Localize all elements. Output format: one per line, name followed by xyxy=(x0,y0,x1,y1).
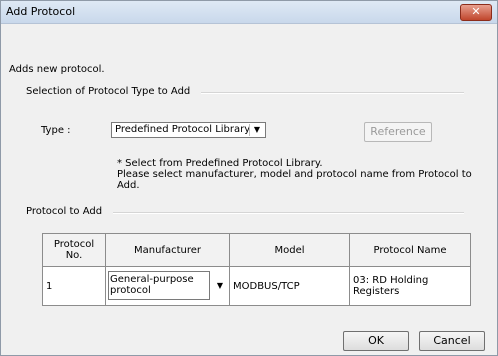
column-header-manufacturer: Manufacturer xyxy=(105,233,230,267)
type-label: Type : xyxy=(41,125,71,136)
note-line-3: Add. xyxy=(117,180,140,191)
cell-manufacturer[interactable]: General-purpose protocol ▼ xyxy=(105,266,230,306)
protocol-group-divider xyxy=(113,212,464,214)
note-line-2: Please select manufacturer, model and pr… xyxy=(117,169,472,180)
protocol-name-line1: 03: RD Holding xyxy=(353,275,429,286)
chevron-down-icon[interactable]: ▼ xyxy=(249,124,264,136)
column-header-protocol-no: Protocol No. xyxy=(42,233,106,267)
note-line-1: * Select from Predefined Protocol Librar… xyxy=(117,158,323,169)
title-bar: Add Protocol ✕ xyxy=(1,1,497,24)
dialog-title: Add Protocol xyxy=(6,5,76,18)
table-header-row: Protocol No. Manufacturer Model Protocol… xyxy=(42,233,471,267)
reference-button[interactable]: Reference xyxy=(364,122,432,142)
table-row[interactable]: 1 General-purpose protocol ▼ MODBUS/TCP … xyxy=(42,266,471,306)
protocol-group-label: Protocol to Add xyxy=(26,206,103,217)
cell-model[interactable]: MODBUS/TCP xyxy=(229,266,350,306)
selection-group-divider xyxy=(201,92,464,94)
chevron-down-icon[interactable]: ▼ xyxy=(214,276,226,296)
manufacturer-select[interactable]: General-purpose protocol ▼ xyxy=(106,267,229,305)
close-button[interactable]: ✕ xyxy=(460,4,492,21)
ok-button[interactable]: OK xyxy=(343,331,409,351)
add-protocol-dialog: Add Protocol ✕ Adds new protocol. Select… xyxy=(0,0,498,356)
cell-protocol-name[interactable]: 03: RD Holding Registers xyxy=(349,266,471,306)
cancel-button[interactable]: Cancel xyxy=(419,331,485,351)
column-header-model: Model xyxy=(229,233,350,267)
column-header-protocol-no-line1: Protocol xyxy=(53,239,95,250)
selection-group-label: Selection of Protocol Type to Add xyxy=(26,86,191,97)
column-header-protocol-no-line2: No. xyxy=(65,250,83,261)
type-select[interactable]: Predefined Protocol Library ▼ xyxy=(111,122,266,138)
manufacturer-value-line2: protocol xyxy=(110,285,151,296)
protocol-table: Protocol No. Manufacturer Model Protocol… xyxy=(42,233,471,306)
type-select-value: Predefined Protocol Library xyxy=(115,124,251,135)
manufacturer-select-value[interactable]: General-purpose protocol xyxy=(108,271,210,300)
intro-text: Adds new protocol. xyxy=(9,64,105,75)
column-header-protocol-name: Protocol Name xyxy=(349,233,471,267)
manufacturer-value-line1: General-purpose xyxy=(110,274,194,285)
cell-protocol-no: 1 xyxy=(42,266,106,306)
protocol-name-line2: Registers xyxy=(353,286,400,297)
